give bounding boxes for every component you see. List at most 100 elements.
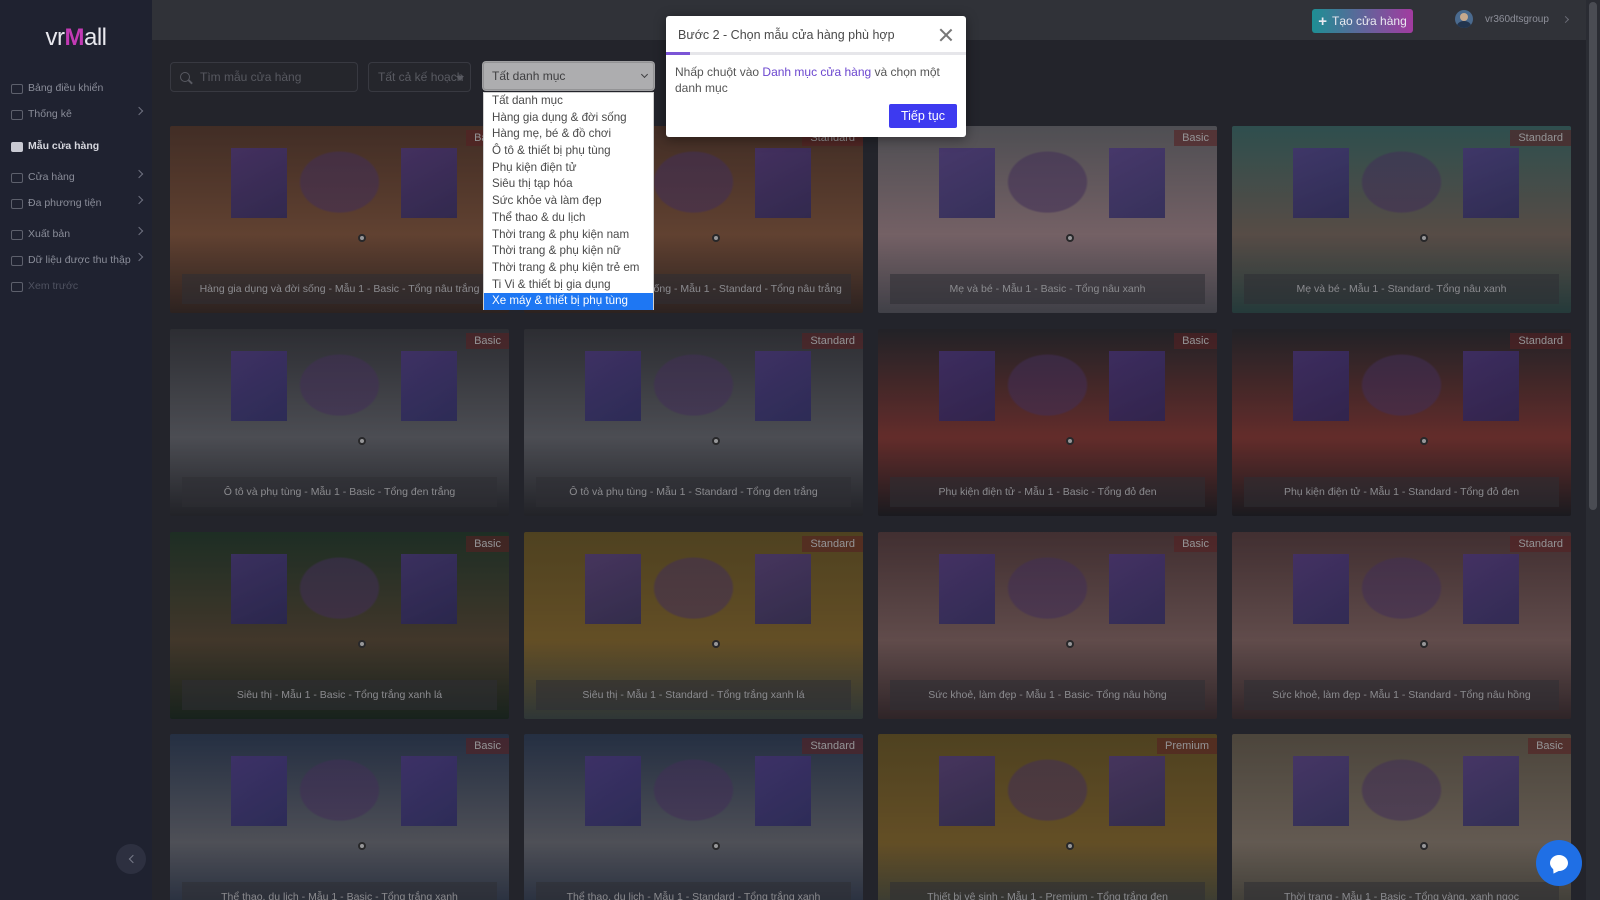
- category-option[interactable]: Thể thao & du lịch: [484, 210, 653, 227]
- template-card[interactable]: Standard Mẹ và bé - Mẫu 1 - Standard- Tổn…: [1232, 126, 1571, 313]
- poster-graphic: [754, 756, 811, 827]
- sidebar-item[interactable]: Thống kê: [4, 101, 152, 127]
- user-menu[interactable]: vr360dtsgroup: [1455, 10, 1569, 28]
- plan-badge: Standard: [802, 738, 863, 754]
- page-scrollbar[interactable]: [1586, 0, 1600, 900]
- sidebar-item-label: Xem trước: [28, 280, 79, 292]
- plan-filter-value: Tất cả kế hoạch: [378, 70, 464, 84]
- poster-graphic: [754, 148, 811, 219]
- template-preview-image: [170, 734, 509, 900]
- template-card[interactable]: Basic Sức khoẻ, làm đẹp - Mẫu 1 - Basic- …: [878, 532, 1217, 719]
- poster-graphic: [231, 351, 288, 422]
- template-card[interactable]: Basic Ô tô và phụ tùng - Mẫu 1 - Basic - …: [170, 329, 509, 516]
- poster-graphic: [585, 554, 642, 625]
- category-option[interactable]: Phụ kiện điện tử: [484, 160, 653, 177]
- sidebar-item[interactable]: Dữ liệu được thu thập: [4, 247, 152, 273]
- template-card[interactable]: Basic Thời trang - Mẫu 1 - Basic - Tổng v…: [1232, 734, 1571, 900]
- category-dropdown-list: Tất danh mục Hàng gia dụng & đời sống Hàng…: [483, 92, 654, 310]
- poster-graphic: [939, 351, 996, 422]
- sidebar-item[interactable]: Xem trước: [4, 273, 152, 299]
- poster-graphic: [754, 351, 811, 422]
- template-card[interactable]: Standard Phụ kiện điện tử - Mẫu 1 - Stand…: [1232, 329, 1571, 516]
- sidebar-item-label: Cửa hàng: [28, 171, 75, 183]
- template-title: Thiết bị vệ sinh - Mẫu 1 - Premium - Tổn…: [890, 882, 1205, 900]
- chat-icon: [1550, 855, 1568, 871]
- template-preview-image: [878, 734, 1217, 900]
- template-card[interactable]: Basic Siêu thị - Mẫu 1 - Basic - Tổng trắ…: [170, 532, 509, 719]
- collapse-sidebar-button[interactable]: [116, 844, 146, 874]
- chat-button[interactable]: [1536, 840, 1582, 886]
- category-option[interactable]: Ti Vi & thiết bị gia dụng: [484, 277, 653, 294]
- template-title: Siêu thị - Mẫu 1 - Basic - Tổng trắng xa…: [182, 680, 497, 710]
- category-option[interactable]: Thời trang & phụ kiện trẻ em: [484, 260, 653, 277]
- media-icon: [10, 198, 23, 209]
- chevron-right-icon: [134, 195, 144, 205]
- sidebar-item-label: Bảng điều khiển: [28, 82, 104, 94]
- template-title: Sức khoẻ, làm đẹp - Mẫu 1 - Basic- Tổng …: [890, 680, 1205, 710]
- close-icon[interactable]: [939, 28, 953, 42]
- template-card[interactable]: Standard Thể thao, du lịch - Mẫu 1 - Stan…: [524, 734, 863, 900]
- plan-badge: Standard: [1510, 130, 1571, 146]
- publish-icon: [10, 229, 23, 240]
- poster-graphic: [754, 554, 811, 625]
- sidebar-item[interactable]: Đa phương tiện: [4, 190, 152, 216]
- category-option[interactable]: Ô tô & thiết bị phụ tùng: [484, 143, 653, 160]
- category-option[interactable]: Sức khỏe và làm đẹp: [484, 193, 653, 210]
- plan-badge: Basic: [466, 738, 509, 754]
- template-card[interactable]: Standard Ô tô và phụ tùng - Mẫu 1 - Stand…: [524, 329, 863, 516]
- template-card[interactable]: Basic Mẹ và bé - Mẫu 1 - Basic - Tổng nâu…: [878, 126, 1217, 313]
- sidebar-item[interactable]: Bảng điều khiển: [4, 75, 152, 101]
- template-title: Mẹ và bé - Mẫu 1 - Standard- Tổng nâu xa…: [1244, 274, 1559, 304]
- dialog-link-category: Danh mục cửa hàng: [762, 65, 872, 79]
- sidebar-item[interactable]: Xuất bản: [4, 221, 152, 247]
- chevron-down-icon: [640, 70, 649, 79]
- category-option[interactable]: Tất danh mục: [484, 93, 653, 110]
- template-card[interactable]: Standard Sức khoẻ, làm đẹp - Mẫu 1 - Stan…: [1232, 532, 1571, 719]
- poster-graphic: [1108, 756, 1165, 827]
- category-option[interactable]: Hàng gia dụng & đời sống: [484, 110, 653, 127]
- sidebar-item[interactable]: Mẫu cửa hàng: [4, 133, 152, 159]
- template-icon: [10, 141, 23, 152]
- category-option[interactable]: Thời trang & phụ kiện nam: [484, 227, 653, 244]
- continue-button[interactable]: Tiếp tục: [889, 104, 957, 128]
- plan-badge: Basic: [466, 333, 509, 349]
- logo-text-pre: vr: [45, 24, 65, 51]
- brand-logo[interactable]: vr Mall: [0, 0, 152, 76]
- logo-text-m: M: [64, 24, 84, 51]
- poster-graphic: [400, 148, 457, 219]
- template-card[interactable]: Standard Siêu thị - Mẫu 1 - Standard - Tổ…: [524, 532, 863, 719]
- template-preview-image: [1232, 734, 1571, 900]
- poster-graphic: [1462, 554, 1519, 625]
- create-store-button[interactable]: + Tạo cửa hàng: [1312, 9, 1413, 33]
- category-option[interactable]: Xe máy & thiết bị phụ tùng: [484, 293, 653, 310]
- scrollbar-thumb[interactable]: [1589, 2, 1597, 510]
- template-title: Phụ kiện điện tử - Mẫu 1 - Basic - Tổng …: [890, 477, 1205, 507]
- template-card[interactable]: Premium Thiết bị vệ sinh - Mẫu 1 - Premiu…: [878, 734, 1217, 900]
- hotspot-icon: [712, 842, 720, 850]
- poster-graphic: [1108, 148, 1165, 219]
- poster-graphic: [939, 554, 996, 625]
- poster-graphic: [400, 351, 457, 422]
- template-card[interactable]: BasicHàng gia dụng và đời sống - Mẫu 1 -…: [170, 126, 509, 313]
- category-option[interactable]: Thời trang & phụ kiện nữ: [484, 243, 653, 260]
- hotspot-icon: [1066, 437, 1074, 445]
- sidebar-item[interactable]: Cửa hàng: [4, 164, 152, 190]
- username: vr360dtsgroup: [1485, 13, 1549, 25]
- plan-filter-select[interactable]: Tất cả kế hoạch: [368, 62, 471, 92]
- sidebar-item-label: Dữ liệu được thu thập: [28, 254, 131, 266]
- poster-graphic: [1293, 148, 1350, 219]
- chevron-right-icon: [1561, 15, 1569, 23]
- search-input[interactable]: [200, 70, 350, 84]
- chevron-right-icon: [134, 169, 144, 179]
- chevron-right-icon: [134, 252, 144, 262]
- template-card[interactable]: Basic Thể thao, du lịch - Mẫu 1 - Basic -…: [170, 734, 509, 900]
- template-preview-image: [524, 734, 863, 900]
- category-option[interactable]: Siêu thị tạp hóa: [484, 176, 653, 193]
- template-card[interactable]: Basic Phụ kiện điện tử - Mẫu 1 - Basic - …: [878, 329, 1217, 516]
- plus-icon: +: [1318, 12, 1327, 30]
- plan-badge: Standard: [802, 333, 863, 349]
- category-option[interactable]: Hàng mẹ, bé & đồ chơi: [484, 126, 653, 143]
- hotspot-icon: [1420, 640, 1428, 648]
- category-filter-select[interactable]: Tất danh mục: [483, 62, 654, 90]
- plan-badge: Premium: [1156, 738, 1217, 754]
